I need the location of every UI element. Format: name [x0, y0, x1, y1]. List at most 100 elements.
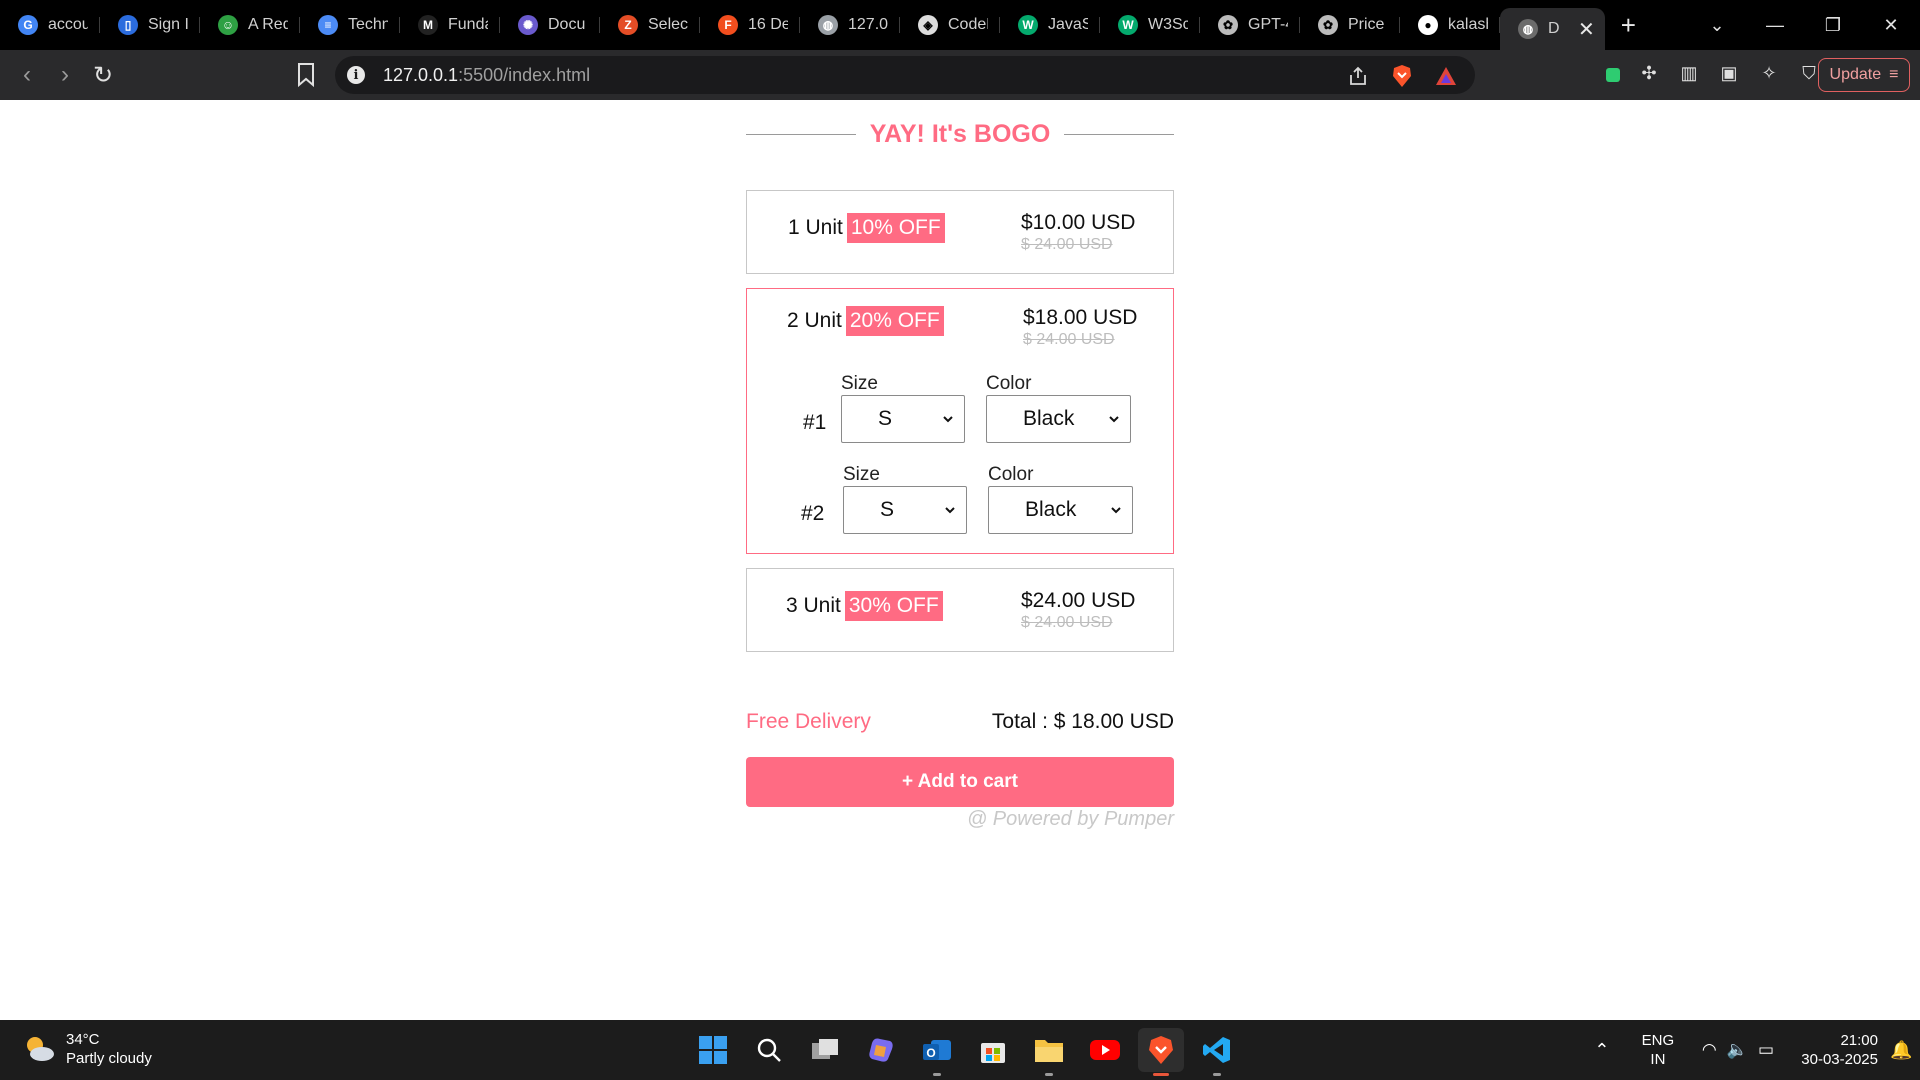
site-info-icon[interactable]: i — [347, 66, 365, 84]
browser-toolbar: ‹ › ↻ i 127.0.0.1:5500/index.html ✣ ▥ ▣ … — [0, 50, 1920, 100]
outlook-icon: O — [923, 1040, 951, 1060]
tab-title: GPT-4 — [1248, 16, 1288, 33]
search-button[interactable] — [746, 1028, 792, 1072]
browser-tab[interactable]: W W3Sc — [1100, 0, 1200, 50]
browser-tab[interactable]: ≡ Techn — [300, 0, 400, 50]
extension-active-icon[interactable] — [1598, 62, 1620, 84]
size-select[interactable]: S — [841, 395, 965, 443]
variant-number: #1 — [803, 411, 827, 434]
current-price: $18.00 USD — [1023, 306, 1138, 329]
bookmark-icon[interactable] — [296, 62, 316, 88]
color-select[interactable]: Black — [986, 395, 1131, 443]
notification-icon[interactable]: 🔔 — [1890, 1040, 1920, 1061]
offer-card-2[interactable]: 2 Unit 20% OFF $18.00 USD $ 24.00 USD #1… — [746, 288, 1174, 554]
w3schools-icon: W — [1118, 15, 1138, 35]
browser-tab[interactable]: W JavaS — [1000, 0, 1100, 50]
language-indicator[interactable]: ENG IN — [1634, 1031, 1682, 1069]
taskbar-apps: O — [690, 1028, 1240, 1076]
browser-tab[interactable]: ◍ 127.0. — [800, 0, 900, 50]
vscode-button[interactable] — [1194, 1028, 1240, 1076]
browser-tab[interactable]: Z Select — [600, 0, 700, 50]
offer-unit: 2 Unit 20% OFF — [787, 306, 944, 336]
puzzle-icon[interactable]: ✣ — [1638, 62, 1660, 84]
offer-card-3[interactable]: 3 Unit 30% OFF $24.00 USD $ 24.00 USD — [746, 568, 1174, 652]
weather-widget[interactable]: 34°C Partly cloudy — [22, 1030, 152, 1068]
address-bar[interactable]: i 127.0.0.1:5500/index.html — [335, 56, 1475, 94]
original-price: $ 24.00 USD — [1021, 236, 1113, 253]
copilot-button[interactable] — [858, 1028, 904, 1072]
offer-unit: 1 Unit 10% OFF — [788, 213, 945, 243]
offer-price: $10.00 USD $ 24.00 USD — [1021, 211, 1135, 254]
browser-tab[interactable]: Gaccou — [0, 0, 100, 50]
date: 30-03-2025 — [1801, 1051, 1878, 1068]
powered-by-label: @ Powered by Pumper — [966, 808, 1174, 830]
browser-tab[interactable]: F 16 De — [700, 0, 800, 50]
folder-icon — [1035, 1040, 1063, 1062]
new-tab-button[interactable]: + — [1621, 10, 1636, 41]
brave-button[interactable] — [1138, 1028, 1184, 1076]
youtube-button[interactable] — [1082, 1028, 1128, 1072]
wifi-icon: ◠ — [1701, 1040, 1717, 1059]
store-button[interactable] — [970, 1028, 1016, 1072]
tab-list-chevron-icon[interactable]: ⌄ — [1688, 15, 1746, 36]
restore-button[interactable]: ❐ — [1804, 15, 1862, 36]
offer-unit: 3 Unit 30% OFF — [786, 591, 943, 621]
start-button[interactable] — [690, 1028, 736, 1072]
openai-icon: ✿ — [1218, 15, 1238, 35]
tab-title: JavaS — [1048, 16, 1088, 33]
size-label: Size — [841, 373, 878, 394]
youtube-icon — [1090, 1040, 1120, 1060]
browser-tab[interactable]: ▯ Sign I — [100, 0, 200, 50]
color-select[interactable]: Black — [988, 486, 1133, 534]
browser-tab[interactable]: ☺ A Red — [200, 0, 300, 50]
leo-ai-icon[interactable]: ✧ — [1758, 62, 1780, 84]
quick-settings[interactable]: ◠ 🔈 ▭ — [1702, 1040, 1774, 1060]
windows-taskbar: 34°C Partly cloudy O ⌃ ENG IN ◠ 🔈 ▭ 21:0… — [0, 1020, 1920, 1080]
tab-title: accou — [48, 16, 88, 33]
clock[interactable]: 21:00 30-03-2025 — [1794, 1031, 1878, 1069]
tab-active[interactable]: ◍ D ✕ — [1500, 8, 1605, 50]
tab-title: Sign I — [148, 16, 188, 33]
file-explorer-button[interactable] — [1026, 1028, 1072, 1076]
close-window-button[interactable]: ✕ — [1862, 15, 1920, 36]
weather-condition: Partly cloudy — [66, 1050, 152, 1067]
tab-title: Funda — [448, 16, 488, 33]
copilot-icon — [869, 1038, 893, 1062]
size-value: S — [880, 498, 895, 521]
close-tab-icon[interactable]: ✕ — [1578, 17, 1595, 42]
size-select[interactable]: S — [843, 486, 967, 534]
brave-shield-icon[interactable] — [1391, 64, 1413, 88]
add-to-cart-button[interactable]: + Add to cart — [746, 757, 1174, 807]
task-view-button[interactable] — [802, 1028, 848, 1072]
reload-button[interactable]: ↻ — [84, 61, 122, 90]
color-value: Black — [1025, 498, 1077, 521]
variant-row-1: #1 Size S Color Black — [747, 371, 1175, 451]
chevron-down-icon — [945, 507, 955, 514]
update-button[interactable]: Update ≡ — [1818, 58, 1910, 92]
outlook-button[interactable]: O — [914, 1028, 960, 1076]
forward-button[interactable]: › — [46, 61, 84, 89]
divider — [746, 134, 856, 135]
extensions-area: ✣ ▥ ▣ ✧ ⛉ — [1598, 62, 1820, 84]
sidebar-icon[interactable]: ▥ — [1678, 62, 1700, 84]
offer-card-1[interactable]: 1 Unit 10% OFF $10.00 USD $ 24.00 USD — [746, 190, 1174, 274]
browser-tab[interactable]: ✺ Docu — [500, 0, 600, 50]
hidden-icons-chevron-icon[interactable]: ⌃ — [1582, 1040, 1622, 1061]
vpn-shield-icon[interactable]: ⛉ — [1798, 62, 1820, 84]
variant-row-2: #2 Size S Color Black — [747, 462, 1175, 542]
trello-icon: ▯ — [118, 15, 138, 35]
share-icon[interactable] — [1347, 65, 1369, 87]
window-controls: ⌄ — ❐ ✕ — [1688, 0, 1920, 50]
back-button[interactable]: ‹ — [8, 61, 46, 89]
brave-rewards-icon[interactable] — [1435, 65, 1457, 87]
figma-icon: F — [718, 15, 738, 35]
current-price: $10.00 USD — [1021, 211, 1136, 234]
minimize-button[interactable]: — — [1746, 15, 1804, 36]
browser-tab[interactable]: ◈ CodeP — [900, 0, 1000, 50]
wallet-icon[interactable]: ▣ — [1718, 62, 1740, 84]
browser-tab[interactable]: ● kalash — [1400, 0, 1500, 50]
browser-tab[interactable]: M Funda — [400, 0, 500, 50]
browser-tab[interactable]: ✿ Price — [1300, 0, 1400, 50]
total-price: Total : $ 18.00 USD — [991, 710, 1174, 733]
browser-tab[interactable]: ✿ GPT-4 — [1200, 0, 1300, 50]
